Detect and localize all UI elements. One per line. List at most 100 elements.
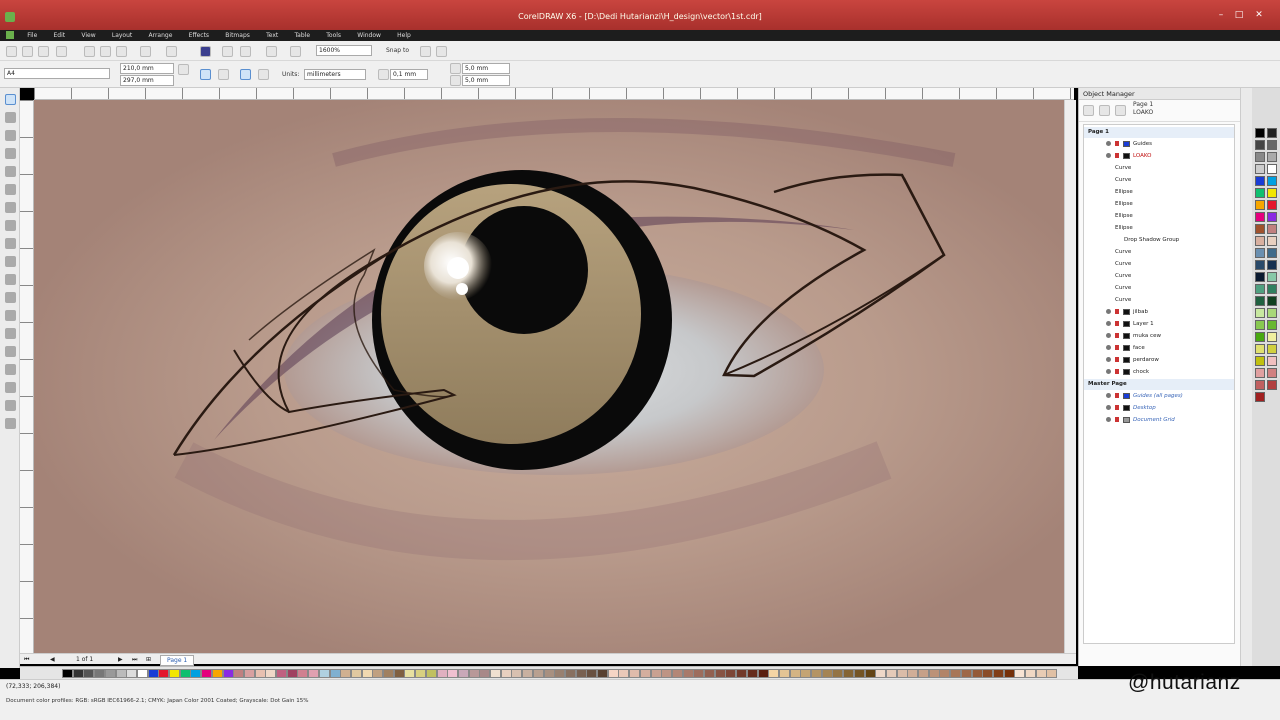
export-icon[interactable] xyxy=(240,46,251,57)
launch-icon[interactable] xyxy=(436,46,447,57)
palette-swatch[interactable] xyxy=(1267,224,1277,234)
open-icon[interactable] xyxy=(22,46,33,57)
table-tool-icon[interactable] xyxy=(5,292,16,303)
palette-swatch[interactable] xyxy=(1255,272,1265,282)
palette-swatch[interactable] xyxy=(1267,164,1277,174)
palette-swatch[interactable] xyxy=(1267,308,1277,318)
polygon-tool-icon[interactable] xyxy=(5,238,16,249)
lock-icon[interactable] xyxy=(1115,405,1119,410)
portrait-icon[interactable] xyxy=(200,69,211,80)
palette-swatch[interactable] xyxy=(415,669,427,678)
palette-swatch[interactable] xyxy=(276,669,287,678)
palette-swatch[interactable] xyxy=(1267,212,1277,222)
rectangle-tool-icon[interactable] xyxy=(5,202,16,213)
object-tree-item[interactable]: Curve xyxy=(1084,259,1234,270)
palette-swatch[interactable] xyxy=(1267,284,1277,294)
palette-swatch[interactable] xyxy=(896,669,908,678)
visibility-icon[interactable] xyxy=(1106,405,1111,410)
object-tree-item[interactable]: Ellipse xyxy=(1084,223,1234,234)
import-icon[interactable] xyxy=(222,46,233,57)
palette-swatch[interactable] xyxy=(1025,669,1036,678)
palette-swatch[interactable] xyxy=(629,669,641,678)
palette-swatch[interactable] xyxy=(297,669,309,678)
palette-swatch[interactable] xyxy=(661,669,673,678)
undo-icon[interactable] xyxy=(140,46,151,57)
text-tool-icon[interactable] xyxy=(5,274,16,285)
palette-swatch[interactable] xyxy=(650,669,662,678)
palette-swatch[interactable] xyxy=(875,669,887,678)
palette-swatch[interactable] xyxy=(704,669,715,678)
palette-swatch[interactable] xyxy=(383,669,394,678)
palette-swatch[interactable] xyxy=(1255,260,1265,270)
next-page-button[interactable]: ▶ xyxy=(118,654,123,665)
palette-swatch[interactable] xyxy=(1255,140,1265,150)
palette-swatch[interactable] xyxy=(340,669,352,678)
vertical-scrollbar[interactable] xyxy=(1064,100,1076,653)
palette-swatch[interactable] xyxy=(94,669,106,678)
palette-swatch[interactable] xyxy=(511,669,523,678)
lock-icon[interactable] xyxy=(1115,321,1119,326)
object-tree-item[interactable]: LOAKO xyxy=(1084,151,1234,162)
menu-layout[interactable]: Layout xyxy=(105,30,139,41)
color-palette-horizontal[interactable] xyxy=(20,666,1078,679)
zoom-level-select[interactable]: 1600% xyxy=(316,45,372,56)
palette-swatch[interactable] xyxy=(393,669,405,678)
palette-swatch[interactable] xyxy=(1267,356,1277,366)
palette-swatch[interactable] xyxy=(1255,176,1265,186)
palette-swatch[interactable] xyxy=(1267,272,1277,282)
palette-swatch[interactable] xyxy=(457,669,469,678)
palette-swatch[interactable] xyxy=(639,669,651,678)
options-icon[interactable] xyxy=(420,46,431,57)
welcome-screen-icon[interactable] xyxy=(290,46,301,57)
new-icon[interactable] xyxy=(6,46,17,57)
object-tree-item[interactable]: jilbab xyxy=(1084,307,1234,318)
palette-swatch[interactable] xyxy=(1255,392,1265,402)
eyedropper-tool-icon[interactable] xyxy=(5,382,16,393)
palette-swatch[interactable] xyxy=(136,669,148,678)
visibility-icon[interactable] xyxy=(1106,153,1111,158)
palette-swatch[interactable] xyxy=(757,669,769,678)
palette-swatch[interactable] xyxy=(243,669,255,678)
pick-tool-icon[interactable] xyxy=(5,94,16,105)
object-tree-item[interactable]: Ellipse xyxy=(1084,199,1234,210)
palette-swatch[interactable] xyxy=(1267,296,1277,306)
palette-swatch[interactable] xyxy=(1046,669,1058,678)
palette-swatch[interactable] xyxy=(447,669,459,678)
palette-swatch[interactable] xyxy=(1267,188,1277,198)
object-tree-item[interactable]: Curve xyxy=(1084,295,1234,306)
visibility-icon[interactable] xyxy=(1106,309,1111,314)
visibility-icon[interactable] xyxy=(1106,333,1111,338)
copy-icon[interactable] xyxy=(100,46,111,57)
edit-across-layers-icon[interactable] xyxy=(1099,105,1110,116)
palette-swatch[interactable] xyxy=(597,669,608,678)
menu-view[interactable]: View xyxy=(74,30,102,41)
lock-icon[interactable] xyxy=(1115,393,1119,398)
palette-swatch[interactable] xyxy=(671,669,683,678)
page-tab[interactable]: Page 1 xyxy=(160,655,195,666)
palette-swatch[interactable] xyxy=(436,669,448,678)
palette-swatch[interactable] xyxy=(169,669,180,678)
palette-swatch[interactable] xyxy=(992,669,1004,678)
palette-swatch[interactable] xyxy=(768,669,780,678)
cut-icon[interactable] xyxy=(84,46,95,57)
menu-tools[interactable]: Tools xyxy=(319,30,348,41)
object-tree-item[interactable]: Ellipse xyxy=(1084,187,1234,198)
object-tree-item[interactable]: Curve xyxy=(1084,163,1234,174)
show-properties-icon[interactable] xyxy=(1083,105,1094,116)
shape-tool-icon[interactable] xyxy=(5,112,16,123)
page-width-field[interactable]: 210,0 mm xyxy=(120,63,174,74)
palette-swatch[interactable] xyxy=(361,669,373,678)
object-tree-item[interactable]: Ellipse xyxy=(1084,211,1234,222)
palette-swatch[interactable] xyxy=(404,669,416,678)
palette-swatch[interactable] xyxy=(1255,332,1265,342)
palette-swatch[interactable] xyxy=(918,669,929,678)
palette-swatch[interactable] xyxy=(885,669,897,678)
drawing-canvas[interactable] xyxy=(34,100,1064,653)
palette-swatch[interactable] xyxy=(1255,128,1265,138)
menu-table[interactable]: Table xyxy=(288,30,318,41)
palette-swatch[interactable] xyxy=(1267,320,1277,330)
palette-swatch[interactable] xyxy=(586,669,598,678)
palette-swatch[interactable] xyxy=(500,669,512,678)
palette-swatch[interactable] xyxy=(725,669,737,678)
width-spinner-icon[interactable] xyxy=(178,64,189,75)
